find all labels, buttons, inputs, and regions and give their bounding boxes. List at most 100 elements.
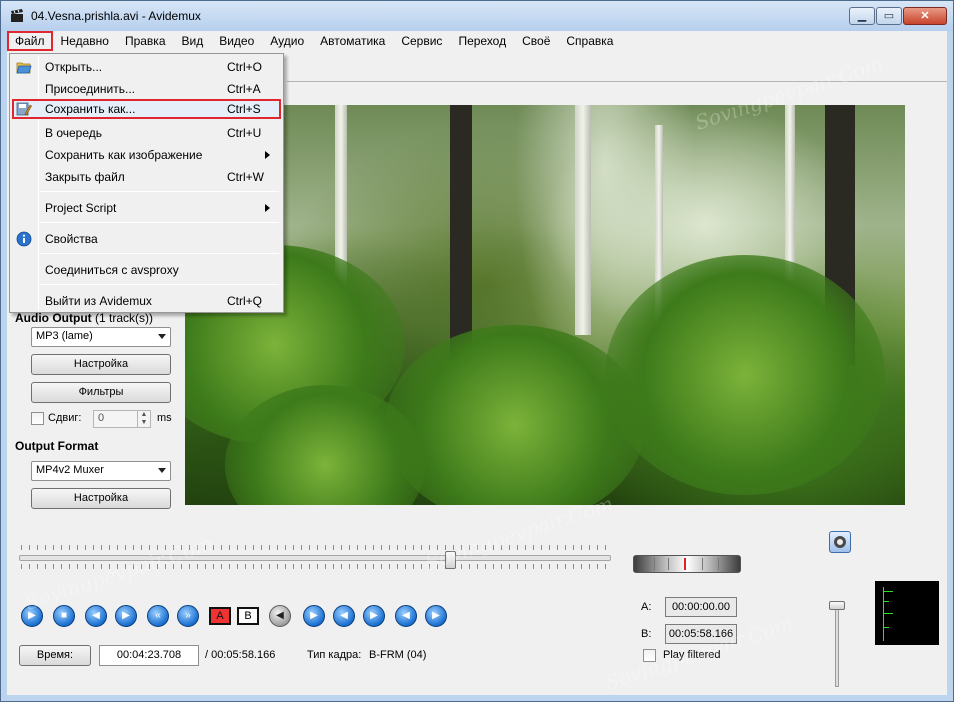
clapperboard-icon: [11, 9, 23, 22]
last-frame-button[interactable]: ▶: [425, 605, 447, 627]
file-menu-dropdown: Открыть... Ctrl+O Присоединить... Ctrl+A…: [9, 53, 284, 313]
marker-a-time: 00:00:00.00: [665, 597, 737, 617]
audio-codec-select[interactable]: MP3 (lame): [31, 327, 171, 347]
prev-frame-button[interactable]: ◀: [85, 605, 107, 627]
next-keyframe-button[interactable]: »: [177, 605, 199, 627]
frame-type-label: Тип кадра:: [307, 649, 362, 661]
audio-settings-button[interactable]: Настройка: [31, 354, 171, 375]
menu-tools[interactable]: Сервис: [393, 31, 450, 51]
audio-output-title: Audio Output: [15, 311, 92, 325]
menu-item-save-as-label: Сохранить как...: [45, 102, 136, 116]
frame-type-value: B-FRM (04): [369, 649, 427, 661]
next-black-button[interactable]: ▶: [363, 605, 385, 627]
marker-b-time: 00:05:58.166: [665, 624, 737, 644]
play-button[interactable]: ▶: [21, 605, 43, 627]
jog-shuttle[interactable]: [633, 555, 741, 573]
audio-filters-button[interactable]: Фильтры: [31, 382, 171, 403]
menu-help[interactable]: Справка: [558, 31, 621, 51]
menu-item-quit-label: Выйти из Avidemux: [45, 294, 152, 308]
menu-item-quit[interactable]: Выйти из Avidemux Ctrl+Q: [12, 291, 281, 311]
window-title: 04.Vesna.prishla.avi - Avidemux: [31, 9, 201, 23]
set-marker-a-button[interactable]: A: [209, 607, 231, 625]
time-button[interactable]: Время:: [19, 645, 91, 666]
open-folder-icon: [16, 62, 32, 74]
audio-level-meter: [875, 581, 939, 645]
total-time: / 00:05:58.166: [205, 649, 276, 661]
menu-item-save-as[interactable]: Сохранить как... Ctrl+S: [12, 99, 281, 119]
menu-edit[interactable]: Правка: [117, 31, 174, 51]
play-filtered-checkbox[interactable]: [643, 649, 656, 662]
menu-item-open[interactable]: Открыть... Ctrl+O: [12, 57, 281, 77]
audio-shift-spinbox[interactable]: 0 ▲ ▼: [93, 410, 151, 428]
next-frame-button[interactable]: ▶: [115, 605, 137, 627]
marker-a-label: A:: [641, 601, 652, 613]
menu-custom[interactable]: Своё: [514, 31, 558, 51]
menu-item-queue[interactable]: В очередь Ctrl+U: [12, 123, 281, 143]
menu-item-queue-label: В очередь: [45, 126, 103, 140]
goto-marker-b-button[interactable]: ◀: [333, 605, 355, 627]
menu-go[interactable]: Переход: [450, 31, 514, 51]
menu-item-append-label: Присоединить...: [45, 82, 136, 96]
prev-keyframe-button[interactable]: «: [147, 605, 169, 627]
minimize-button[interactable]: ▁: [849, 7, 875, 25]
menu-item-close-file[interactable]: Закрыть файл Ctrl+W: [12, 167, 281, 187]
timeline-thumb[interactable]: [445, 551, 456, 569]
menu-view[interactable]: Вид: [174, 31, 212, 51]
audio-shift-checkbox[interactable]: [31, 412, 44, 425]
current-time-field[interactable]: 00:04:23.708: [99, 645, 199, 666]
menu-item-avsproxy-label: Соединиться с avsproxy: [45, 263, 179, 277]
close-button[interactable]: ✕: [903, 7, 947, 25]
menu-item-project-script-label: Project Script: [45, 201, 117, 215]
menu-recent[interactable]: Недавно: [53, 31, 117, 51]
menu-audio[interactable]: Аудио: [262, 31, 312, 51]
menu-item-properties[interactable]: Свойства: [12, 229, 281, 249]
shortcut-quit: Ctrl+Q: [227, 294, 263, 308]
output-format-title: Output Format: [15, 439, 99, 453]
audio-codec-value: MP3 (lame): [36, 330, 93, 342]
menu-item-avsproxy[interactable]: Соединиться с avsproxy: [12, 260, 281, 280]
audio-track-count: (1 track(s)): [94, 311, 153, 325]
menu-item-save-image[interactable]: Сохранить как изображение: [12, 145, 281, 165]
shortcut-close-file: Ctrl+W: [227, 170, 264, 184]
speaker-icon[interactable]: [829, 531, 851, 553]
format-settings-button[interactable]: Настройка: [31, 488, 171, 509]
window-controls: ▁ ▭ ✕: [849, 7, 947, 25]
audio-shift-unit: ms: [157, 412, 172, 424]
menu-item-append[interactable]: Присоединить... Ctrl+A: [12, 79, 281, 99]
spin-arrows-icon[interactable]: ▲ ▼: [137, 411, 150, 427]
menu-item-open-label: Открыть...: [45, 60, 103, 74]
muxer-value: MP4v2 Muxer: [36, 464, 104, 476]
menu-item-project-script[interactable]: Project Script: [12, 198, 281, 218]
stop-button[interactable]: ■: [53, 605, 75, 627]
menu-separator: [40, 191, 279, 192]
app-window: 04.Vesna.prishla.avi - Avidemux ▁ ▭ ✕ Фа…: [0, 0, 954, 702]
menu-separator: [40, 222, 279, 223]
maximize-button[interactable]: ▭: [876, 7, 902, 25]
menu-auto[interactable]: Автоматика: [312, 31, 393, 51]
submenu-arrow-icon: [265, 151, 270, 159]
chevron-down-icon: [158, 334, 166, 339]
shortcut-append: Ctrl+A: [227, 82, 261, 96]
menu-bar: Файл Недавно Правка Вид Видео Аудио Авто…: [7, 31, 947, 51]
goto-marker-a-button[interactable]: ▶: [303, 605, 325, 627]
volume-slider[interactable]: [835, 605, 839, 687]
timeline-slider[interactable]: [19, 555, 611, 561]
audio-output-heading: Audio Output (1 track(s)): [15, 311, 185, 325]
menu-video[interactable]: Видео: [211, 31, 262, 51]
menu-file[interactable]: Файл: [7, 31, 53, 51]
first-frame-button[interactable]: ◀: [395, 605, 417, 627]
shortcut-open: Ctrl+O: [227, 60, 263, 74]
audio-shift-label: Сдвиг:: [48, 412, 82, 424]
audio-shift-row: Сдвиг: 0 ▲ ▼ ms: [15, 409, 185, 431]
title-bar: 04.Vesna.prishla.avi - Avidemux ▁ ▭ ✕: [1, 1, 953, 31]
shortcut-queue: Ctrl+U: [227, 126, 262, 140]
prev-black-button[interactable]: ◀: [269, 605, 291, 627]
chevron-down-icon: [158, 468, 166, 473]
play-filtered-label: Play filtered: [663, 649, 721, 661]
muxer-select[interactable]: MP4v2 Muxer: [31, 461, 171, 481]
codec-panel: Audio Output (1 track(s)) MP3 (lame) Нас…: [15, 311, 185, 509]
set-marker-b-button[interactable]: B: [237, 607, 259, 625]
save-icon: [16, 102, 32, 116]
jog-marker: [684, 558, 686, 570]
volume-thumb[interactable]: [829, 601, 845, 610]
